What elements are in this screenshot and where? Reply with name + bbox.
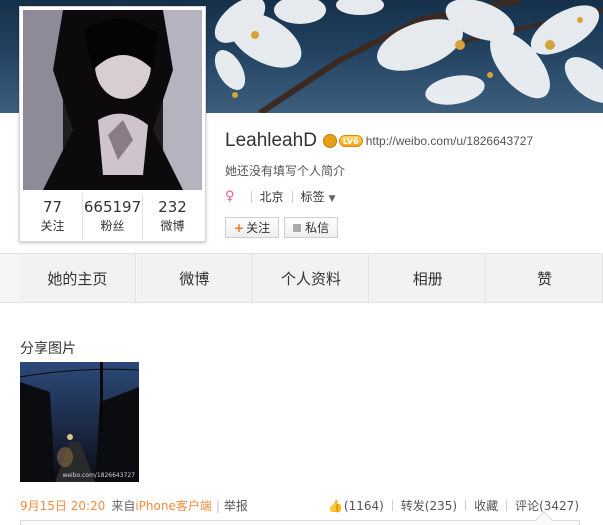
report-link[interactable]: 举报 [224, 497, 248, 514]
post-time-link[interactable]: 9月15日 20:20 [20, 497, 105, 514]
profile-meta: ♀ 北京 标签 ▼ [225, 188, 335, 205]
profile-url-link[interactable]: http://weibo.com/u/1826643727 [366, 134, 533, 148]
follow-button-label: 关注 [246, 221, 271, 235]
message-button-label: 私信 [305, 221, 330, 235]
favorite-button[interactable]: 收藏 [474, 497, 498, 514]
tags-dropdown[interactable]: 标签 ▼ [301, 188, 336, 205]
divider [391, 500, 393, 511]
avatar-photo [23, 10, 202, 190]
like-button[interactable]: 👍(1164) [328, 499, 384, 513]
divider [250, 190, 252, 203]
stat-value: 665197 [83, 198, 142, 216]
message-icon [293, 223, 302, 232]
name-row: LeahleahD LV6 http://weibo.com/u/1826643… [225, 129, 533, 153]
repost-button[interactable]: 转发(235) [401, 497, 457, 514]
username: LeahleahD [225, 130, 317, 151]
stat-following[interactable]: 77 关注 [23, 194, 83, 240]
stat-posts[interactable]: 232 微博 [143, 194, 202, 240]
follow-button[interactable]: + 关注 [225, 217, 280, 238]
divider [465, 500, 467, 511]
stat-label: 关注 [40, 219, 65, 233]
post-text: 分享图片 [20, 341, 76, 357]
vip-badge-icon[interactable] [322, 134, 337, 148]
stat-label: 粉丝 [100, 219, 125, 233]
profile-header: 77 关注 665197 粉丝 232 微博 LeahleahD LV6 htt… [0, 6, 603, 253]
stat-value: 77 [42, 198, 63, 216]
divider [506, 500, 508, 511]
tab-weibo[interactable]: 微博 [136, 254, 253, 302]
stat-label: 微博 [160, 219, 185, 233]
comment-button[interactable]: 评论(3427) [515, 497, 579, 514]
avatar[interactable] [23, 10, 202, 190]
post-photo [20, 362, 139, 482]
tab-home[interactable]: 她的主页 [20, 254, 136, 302]
post-source-link[interactable]: iPhone客户端 [135, 497, 212, 514]
tags-label: 标签 [300, 190, 325, 204]
tab-likes[interactable]: 赞 [487, 254, 603, 302]
post-meta: 9月15日 20:20 来自 iPhone客户端 | 举报 [20, 497, 248, 514]
tab-profile-info[interactable]: 个人资料 [253, 254, 370, 302]
message-button[interactable]: 私信 [284, 217, 339, 238]
tab-album[interactable]: 相册 [370, 254, 487, 302]
post-actions: 👍(1164) 转发(235) 收藏 评论(3427) [328, 497, 579, 514]
profile-stats: 77 关注 665197 粉丝 232 微博 [23, 194, 202, 240]
divider [291, 190, 293, 203]
stat-followers[interactable]: 665197 粉丝 [83, 194, 143, 240]
comment-box [20, 520, 580, 525]
profile-card: 77 关注 665197 粉丝 232 微博 [19, 6, 206, 242]
plus-icon: + [234, 220, 245, 235]
level-badge[interactable]: LV6 [338, 135, 363, 147]
female-gender-icon: ♀ [225, 189, 235, 204]
profile-nav: 她的主页 微博 个人资料 相册 赞 [0, 253, 603, 303]
like-count: (1164) [343, 498, 384, 513]
thumbs-up-icon: 👍 [327, 498, 343, 513]
post-source-prefix: 来自 [111, 499, 136, 513]
divider: | [215, 498, 220, 513]
caret-down-icon: ▼ [328, 194, 336, 204]
profile-bio: 她还没有填写个人简介 [225, 164, 346, 178]
profile-actions: + 关注 私信 [225, 217, 343, 238]
stat-value: 232 [158, 198, 187, 216]
location: 北京 [259, 190, 284, 204]
image-watermark: weibo.com/1826643727 [62, 472, 135, 479]
post-image[interactable]: weibo.com/1826643727 [20, 362, 139, 482]
